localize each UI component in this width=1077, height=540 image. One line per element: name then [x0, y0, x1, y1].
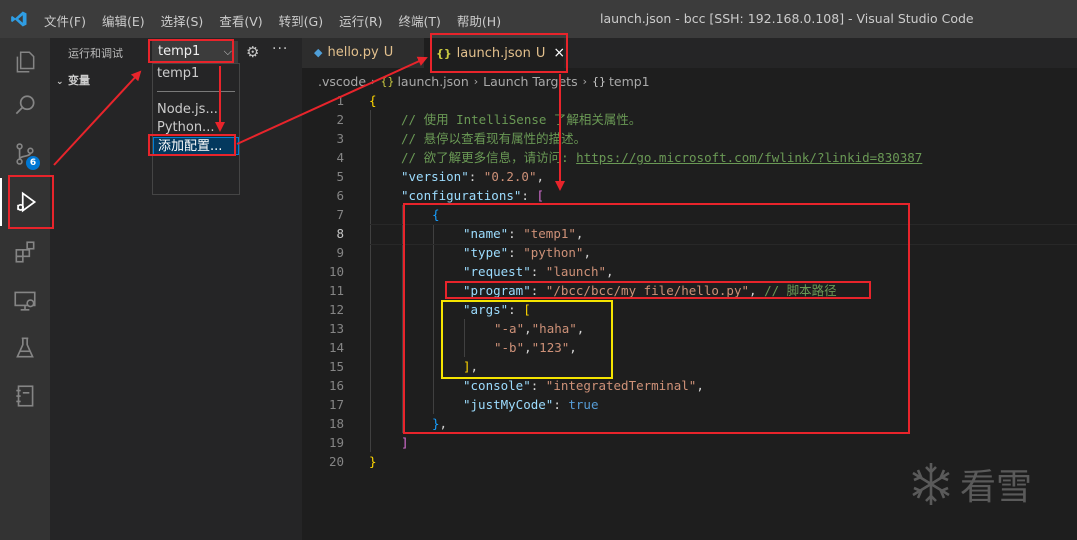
python-icon: ◆	[314, 46, 323, 59]
activity-bar: 6	[0, 38, 50, 540]
menu-edit[interactable]: 编辑(E)	[102, 11, 145, 30]
tab-label: hello.py	[327, 45, 379, 60]
vscode-logo-icon	[11, 11, 27, 27]
chevron-right-icon: ›	[582, 74, 587, 88]
code-line: 4// 欲了解更多信息，请访问: https://go.microsoft.co…	[336, 150, 923, 165]
tab-hello-py[interactable]: ◆ hello.py U	[302, 38, 424, 68]
window-title: launch.json - bcc [SSH: 192.168.0.108] -…	[600, 11, 974, 26]
menu-view[interactable]: 查看(V)	[219, 11, 262, 30]
annotation-box-add-config	[148, 134, 236, 156]
breadcrumb-item[interactable]: .vscode	[318, 74, 366, 89]
menu-go[interactable]: 转到(G)	[279, 11, 323, 30]
sidebar-title: 运行和调试	[68, 47, 123, 60]
menu-terminal[interactable]: 终端(T)	[399, 11, 441, 30]
variables-section-header[interactable]: ⌄ 变量	[56, 72, 90, 88]
watermark-text: 看雪	[960, 467, 1033, 508]
gear-icon[interactable]: ⚙	[246, 43, 259, 61]
code-line: 3// 悬停以查看现有属性的描述。	[336, 131, 587, 146]
breadcrumb: .vscode › {} launch.json › Launch Target…	[318, 71, 650, 91]
annotation-box-args	[441, 300, 613, 379]
chevron-right-icon: ›	[371, 74, 376, 88]
menu-run[interactable]: 运行(R)	[339, 11, 382, 30]
breadcrumb-item[interactable]: Launch Targets	[483, 74, 577, 89]
json-icon: {}	[380, 74, 395, 88]
snowflake-logo-icon	[912, 463, 950, 505]
annotation-box-launch-tab	[430, 33, 568, 73]
config-dropdown: temp1 Node.js... Python... 添加配置...	[152, 63, 240, 195]
extensions-icon[interactable]	[0, 228, 50, 276]
testing-icon[interactable]	[0, 324, 50, 372]
annotation-box-config-select	[148, 39, 234, 63]
annotation-box-program	[445, 281, 871, 299]
chevron-down-icon: ⌄	[56, 77, 64, 87]
editor-tabs: ◆ hello.py U {} launch.json U ×	[302, 38, 1077, 68]
code-line: 19]	[328, 435, 409, 450]
object-icon: {}	[591, 74, 606, 88]
watermark: 看雪	[906, 458, 1032, 510]
code-line: 2// 使用 IntelliSense 了解相关属性。	[336, 112, 642, 127]
notebook-icon[interactable]	[0, 372, 50, 420]
menu-file[interactable]: 文件(F)	[44, 11, 86, 30]
dropdown-item-temp1[interactable]: temp1	[153, 65, 239, 83]
code-line: 1{	[336, 93, 377, 108]
remote-explorer-icon[interactable]	[0, 276, 50, 324]
run-debug-sidebar: 运行和调试 ▷ temp1 ⌵ ⚙ ··· ⌄变量 temp1 Node.js.…	[50, 38, 302, 540]
menu-bar: 文件(F) 编辑(E) 选择(S) 查看(V) 转到(G) 运行(R) 终端(T…	[44, 11, 517, 30]
breadcrumb-item[interactable]: temp1	[609, 74, 650, 89]
breadcrumb-item[interactable]: launch.json	[397, 74, 468, 89]
menu-selection[interactable]: 选择(S)	[161, 11, 204, 30]
source-control-icon[interactable]: 6	[0, 130, 50, 178]
help-link[interactable]: https://go.microsoft.com/fwlink/?linkid=…	[576, 150, 922, 165]
dropdown-separator	[157, 91, 235, 92]
source-control-badge: 6	[26, 156, 40, 170]
variables-section-label: 变量	[68, 74, 90, 87]
tab-status: U	[383, 45, 394, 60]
code-line: 5 "version": "0.2.0",	[336, 169, 545, 184]
search-icon[interactable]	[0, 82, 50, 130]
chevron-right-icon: ›	[473, 74, 479, 88]
menu-help[interactable]: 帮助(H)	[457, 11, 501, 30]
annotation-box-run-icon	[8, 175, 54, 229]
dropdown-item-nodejs[interactable]: Node.js...	[153, 101, 239, 119]
explorer-icon[interactable]	[0, 38, 50, 86]
more-actions-icon[interactable]: ···	[272, 41, 288, 57]
